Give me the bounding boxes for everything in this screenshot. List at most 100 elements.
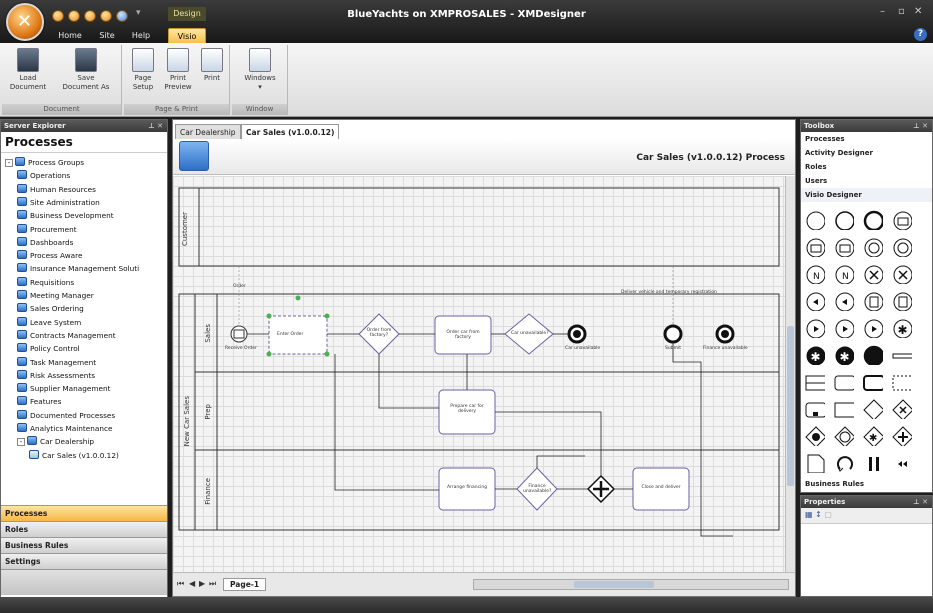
- save-document-as-button[interactable]: Save Document As: [56, 48, 116, 92]
- bpmn-shape-rect-icon[interactable]: [892, 345, 912, 365]
- bpmn-shape-page-icon[interactable]: [805, 453, 825, 473]
- tree-item[interactable]: Meeting Manager: [17, 289, 94, 302]
- tree-item[interactable]: Risk Assessments: [17, 369, 95, 382]
- toolbox-activity-designer[interactable]: Activity Designer: [801, 146, 932, 160]
- nav-processes[interactable]: Processes: [1, 505, 167, 521]
- bpmn-shape-circle-icon[interactable]: [863, 210, 883, 230]
- tree-item[interactable]: Insurance Management Soluti: [17, 262, 139, 275]
- tree-item[interactable]: Contracts Management: [17, 329, 116, 342]
- tree-item[interactable]: Human Resources: [17, 183, 96, 196]
- tree-item[interactable]: Leave System: [17, 316, 81, 329]
- tree-item[interactable]: Procurement: [17, 223, 77, 236]
- bpmn-shape-circle-icon[interactable]: [805, 318, 825, 338]
- tab-home[interactable]: Home: [52, 28, 88, 43]
- tree-item[interactable]: Car Sales (v1.0.0.12): [29, 449, 119, 462]
- bpmn-shape-rect-icon[interactable]: [805, 372, 825, 392]
- tree-item[interactable]: - Car Dealership: [17, 435, 94, 448]
- tree-item[interactable]: Features: [17, 395, 61, 408]
- property-pages-icon[interactable]: ▢: [824, 510, 832, 519]
- bpmn-shape-circle-icon[interactable]: [892, 264, 912, 284]
- rotate-handle[interactable]: [295, 295, 301, 301]
- bpmn-shape-diamond-icon[interactable]: [863, 399, 883, 419]
- toolbox-business-rules[interactable]: Business Rules: [805, 480, 864, 488]
- nav-roles[interactable]: Roles: [1, 521, 167, 537]
- tree-item[interactable]: Business Development: [17, 209, 114, 222]
- close-button[interactable]: ✕: [914, 6, 922, 17]
- bpmn-shape-rect-icon[interactable]: [834, 372, 854, 392]
- pin-close-icon[interactable]: ⊥ ✕: [913, 496, 928, 508]
- bpmn-shape-pause-icon[interactable]: [863, 453, 883, 473]
- tree-item[interactable]: Documented Processes: [17, 409, 115, 422]
- bpmn-shape-circle-icon[interactable]: ✱: [892, 318, 912, 338]
- windows-button[interactable]: Windows ▾: [236, 48, 284, 92]
- categorized-icon[interactable]: ▦: [805, 510, 813, 519]
- bpmn-shape-circle-icon[interactable]: [892, 210, 912, 230]
- tree-item[interactable]: - Process Groups: [5, 156, 84, 169]
- bpmn-shape-arrow-icon[interactable]: [892, 453, 912, 473]
- diagram-canvas[interactable]: Customer New Car Sales Sales Prep Financ…: [173, 176, 785, 572]
- bpmn-shape-rect-icon[interactable]: [805, 399, 825, 419]
- tree-item[interactable]: Dashboards: [17, 236, 73, 249]
- bpmn-shape-rect-icon[interactable]: [834, 399, 854, 419]
- minimize-button[interactable]: –: [880, 6, 885, 17]
- bpmn-shape-circle-icon[interactable]: [863, 291, 883, 311]
- maximize-button[interactable]: ▫: [898, 6, 905, 17]
- tab-site[interactable]: Site: [92, 28, 122, 43]
- bpmn-shape-circle-icon[interactable]: [863, 345, 883, 365]
- tree-expander-icon[interactable]: -: [5, 159, 13, 167]
- page-setup-button[interactable]: Page Setup: [128, 48, 158, 92]
- tree-expander-icon[interactable]: -: [17, 438, 25, 447]
- bpmn-shape-circle-icon[interactable]: N: [805, 264, 825, 284]
- selection-handle[interactable]: [324, 313, 330, 319]
- tree-item[interactable]: Analytics Maintenance: [17, 422, 112, 435]
- toolbox-users[interactable]: Users: [801, 174, 932, 188]
- bpmn-shape-diamond-icon[interactable]: [892, 399, 912, 419]
- bpmn-shape-circle-icon[interactable]: [805, 210, 825, 230]
- bpmn-shape-diamond-icon[interactable]: ✱: [863, 426, 883, 446]
- bpmn-shape-circle-icon[interactable]: [834, 237, 854, 257]
- bpmn-shape-circle-icon[interactable]: [863, 264, 883, 284]
- bpmn-shape-circle-icon[interactable]: [834, 291, 854, 311]
- tab-car-sales[interactable]: Car Sales (v1.0.0.12): [241, 124, 340, 139]
- bpmn-shape-circle-icon[interactable]: [863, 237, 883, 257]
- bpmn-shape-circle-icon[interactable]: ✱: [805, 345, 825, 365]
- tree-item[interactable]: Operations: [17, 169, 70, 182]
- bpmn-shape-rect-icon[interactable]: [863, 372, 883, 392]
- bpmn-shape-circle-icon[interactable]: ✱: [834, 345, 854, 365]
- toolbox-roles[interactable]: Roles: [801, 160, 932, 174]
- page-tab[interactable]: Page-1: [223, 578, 267, 591]
- canvas-horizontal-scrollbar[interactable]: [473, 579, 789, 590]
- bpmn-shape-circle-icon[interactable]: N: [834, 264, 854, 284]
- tab-visio[interactable]: Visio: [168, 28, 206, 43]
- bpmn-shape-loop-icon[interactable]: [834, 453, 854, 473]
- pin-close-icon[interactable]: ⊥ ✕: [148, 120, 163, 132]
- selection-handle[interactable]: [266, 351, 272, 357]
- selection-handle[interactable]: [324, 351, 330, 357]
- prev-page-button[interactable]: ◀: [189, 579, 195, 588]
- tree-item[interactable]: Policy Control: [17, 342, 80, 355]
- sort-alphabetical-icon[interactable]: ↕: [815, 510, 822, 519]
- print-button[interactable]: Print: [198, 48, 226, 83]
- canvas-vertical-scrollbar[interactable]: [785, 176, 795, 572]
- bpmn-shape-circle-icon[interactable]: [863, 318, 883, 338]
- help-icon[interactable]: ?: [914, 28, 927, 41]
- nav-business-rules[interactable]: Business Rules: [1, 537, 167, 553]
- bpmn-shape-circle-icon[interactable]: [805, 291, 825, 311]
- load-document-button[interactable]: Load Document: [6, 48, 50, 92]
- toolbox-processes[interactable]: Processes: [801, 132, 932, 146]
- receive-order-event[interactable]: [230, 325, 248, 343]
- horizontal-scroll-thumb[interactable]: [574, 581, 654, 588]
- toolbox-visio-designer[interactable]: Visio Designer: [801, 188, 932, 202]
- tree-item[interactable]: Requisitions: [17, 276, 74, 289]
- bpmn-shape-rect-icon[interactable]: [892, 372, 912, 392]
- submit-event[interactable]: [663, 324, 683, 344]
- bpmn-shape-circle-icon[interactable]: [805, 237, 825, 257]
- tree-item[interactable]: Supplier Management: [17, 382, 110, 395]
- tree-item[interactable]: Sales Ordering: [17, 302, 84, 315]
- nav-overflow[interactable]: [1, 569, 167, 595]
- bpmn-shape-circle-icon[interactable]: [834, 318, 854, 338]
- bpmn-shape-diamond-icon[interactable]: [892, 426, 912, 446]
- bpmn-shape-circle-icon[interactable]: [892, 237, 912, 257]
- print-preview-button[interactable]: Print Preview: [162, 48, 194, 92]
- tree-item[interactable]: Site Administration: [17, 196, 100, 209]
